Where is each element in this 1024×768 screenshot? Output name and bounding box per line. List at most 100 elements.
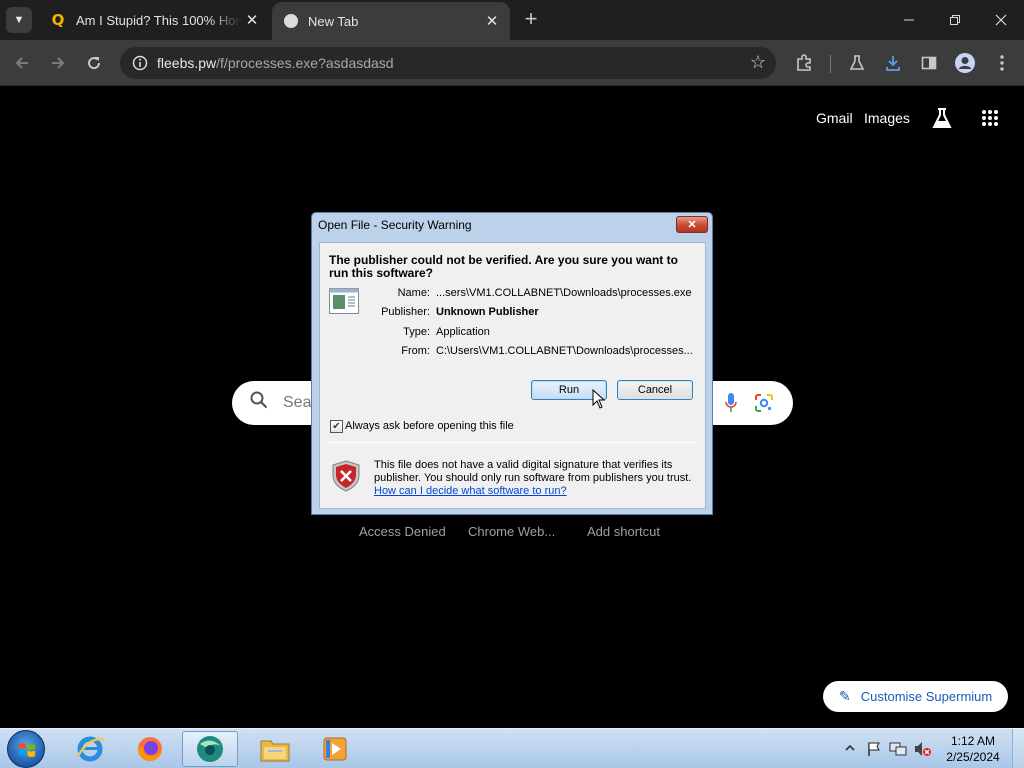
folder-icon [260, 740, 290, 762]
close-icon: ✕ [687, 219, 697, 231]
close-icon[interactable]: ✕ [482, 12, 502, 30]
security-shield-icon [332, 460, 360, 492]
labs-flask-icon[interactable] [932, 107, 952, 134]
minimize-button[interactable] [886, 0, 932, 40]
reload-button[interactable] [80, 49, 108, 77]
new-tab-button[interactable]: + [520, 8, 542, 30]
new-tab-favicon-icon [284, 14, 298, 28]
url-path: /f/processes.exe?asdasdasd [216, 55, 394, 71]
show-desktop-button[interactable] [1012, 729, 1024, 768]
media-player-icon [323, 737, 347, 761]
extensions-button[interactable] [790, 49, 818, 77]
tab-new-tab[interactable]: New Tab ✕ [272, 2, 510, 40]
internet-explorer-icon [76, 736, 105, 762]
forward-button[interactable] [44, 49, 72, 77]
tab-title: Am I Stupid? This 100% Honest [76, 12, 242, 28]
menu-button[interactable] [988, 49, 1016, 77]
name-value: ...sers\VM1.COLLABNET\Downloads\processe… [436, 287, 692, 299]
close-icon [995, 14, 1007, 26]
type-label: Type: [403, 326, 430, 338]
download-icon [886, 56, 900, 71]
action-center-flag-icon[interactable] [866, 741, 882, 760]
search-placeholder: Sea [283, 394, 312, 411]
dialog-title: Open File - Security Warning [318, 218, 472, 232]
dialog-close-button[interactable]: ✕ [676, 216, 708, 233]
always-ask-label: Always ask before opening this file [345, 420, 514, 432]
google-lens-icon[interactable] [755, 394, 773, 412]
url-text: fleebs.pw/f/processes.exe?asdasdasd [157, 55, 394, 71]
address-bar[interactable]: fleebs.pw/f/processes.exe?asdasdasd ☆ [120, 47, 776, 79]
windows-logo-icon [19, 743, 35, 757]
warning-text: This file does not have a valid digital … [374, 459, 692, 484]
shortcut-add-shortcut[interactable]: Add shortcut [587, 524, 660, 539]
help-link[interactable]: How can I decide what software to run? [374, 485, 567, 497]
taskbar-internet-explorer[interactable] [62, 731, 118, 767]
side-panel-button[interactable] [915, 49, 943, 77]
type-value: Application [436, 326, 490, 338]
publisher-label: Publisher: [381, 306, 430, 318]
toolbar-separator [830, 55, 831, 73]
kebab-menu-icon [1000, 55, 1004, 71]
start-button[interactable] [7, 730, 45, 768]
show-hidden-icons-button[interactable] [845, 741, 855, 756]
taskbar-file-explorer[interactable] [247, 731, 303, 767]
cancel-button[interactable]: Cancel [617, 380, 693, 400]
tab-title: New Tab [308, 13, 359, 29]
screen: ▼ Q Am I Stupid? This 100% Honest ✕ New … [0, 0, 1024, 768]
chevron-down-icon: ▼ [13, 14, 25, 26]
taskbar-supermium[interactable] [182, 731, 238, 767]
tab-quiz[interactable]: Q Am I Stupid? This 100% Honest ✕ [38, 0, 270, 40]
search-icon [250, 391, 268, 414]
volume-muted-icon[interactable] [914, 741, 932, 760]
browser-toolbar: fleebs.pw/f/processes.exe?asdasdasd ☆ [0, 40, 1024, 86]
clock-time: 1:12 AM [950, 734, 996, 748]
site-info-icon[interactable] [130, 53, 150, 73]
taskbar: 1:12 AM 2/25/2024 [0, 728, 1024, 768]
tab-search-button[interactable]: ▼ [6, 7, 32, 33]
tab-strip: ▼ Q Am I Stupid? This 100% Honest ✕ New … [0, 0, 1024, 40]
system-clock[interactable]: 1:12 AM 2/25/2024 [938, 733, 1008, 765]
from-value: C:\Users\VM1.COLLABNET\Downloads\process… [436, 345, 693, 357]
dialog-body: The publisher could not be verified. Are… [319, 242, 706, 509]
publisher-value: Unknown Publisher [436, 306, 539, 318]
supermium-icon [197, 736, 223, 762]
network-icon[interactable] [889, 741, 907, 760]
apps-grid-icon[interactable] [981, 109, 999, 132]
application-file-icon [328, 287, 360, 315]
clock-date: 2/25/2024 [946, 750, 1000, 764]
gmail-link[interactable]: Gmail [816, 110, 853, 126]
checkmark-icon: ✔ [332, 421, 341, 432]
forward-arrow-icon [52, 57, 65, 69]
taskbar-media-player[interactable] [307, 731, 363, 767]
customise-button[interactable]: ✎ Customise Supermium [823, 681, 1008, 712]
security-warning-dialog: Open File - Security Warning ✕ The publi… [311, 212, 713, 515]
profile-avatar-icon [955, 53, 975, 73]
profile-button[interactable] [951, 49, 979, 77]
close-icon[interactable]: ✕ [242, 11, 262, 29]
close-window-button[interactable] [978, 0, 1024, 40]
side-panel-icon [921, 56, 937, 70]
name-label: Name: [397, 287, 430, 299]
dialog-question: The publisher could not be verified. Are… [329, 253, 678, 280]
labs-button[interactable] [843, 49, 871, 77]
bookmark-star-icon[interactable]: ☆ [750, 52, 766, 73]
customise-label: Customise Supermium [860, 689, 993, 704]
voice-search-mic-icon[interactable] [725, 393, 737, 413]
taskbar-firefox[interactable] [122, 731, 178, 767]
reload-icon [88, 57, 101, 70]
downloads-button[interactable] [879, 49, 907, 77]
restore-icon [950, 15, 960, 25]
mouse-cursor-icon [592, 388, 606, 409]
shortcut-chrome-web-store[interactable]: Chrome Web... [468, 524, 555, 539]
quiz-favicon-icon: Q [51, 11, 65, 29]
back-arrow-icon [15, 57, 28, 69]
from-label: From: [401, 345, 430, 357]
restore-button[interactable] [932, 0, 978, 40]
firefox-icon [138, 737, 162, 761]
always-ask-checkbox[interactable]: ✔ [330, 420, 343, 433]
url-host: fleebs.pw [157, 55, 217, 71]
flask-icon [849, 55, 865, 70]
shortcut-access-denied[interactable]: Access Denied [359, 524, 446, 539]
images-link[interactable]: Images [864, 110, 910, 126]
back-button[interactable] [8, 49, 36, 77]
